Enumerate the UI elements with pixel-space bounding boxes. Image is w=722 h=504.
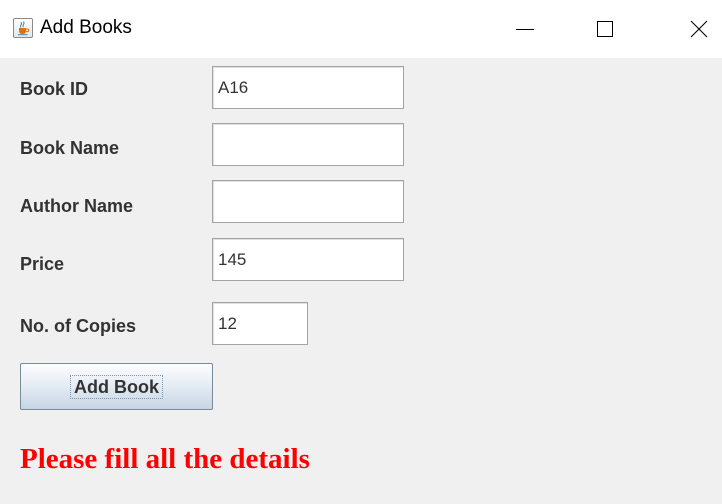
book-id-field[interactable] [212, 66, 404, 109]
book-name-label: Book Name [20, 138, 120, 158]
add-book-button[interactable]: Add Book [20, 363, 213, 410]
maximize-button[interactable] [582, 0, 628, 58]
price-label: Price [20, 254, 65, 274]
copies-field[interactable] [212, 302, 308, 345]
price-field[interactable] [212, 238, 404, 281]
minimize-button[interactable] [502, 0, 548, 58]
close-icon [690, 20, 708, 38]
validation-message: Please fill all the details [20, 443, 310, 475]
close-button[interactable] [676, 0, 722, 58]
add-book-button-label: Add Book [70, 374, 163, 399]
author-name-field[interactable] [212, 180, 404, 223]
window-title: Add Books [40, 17, 132, 38]
add-books-window: Add Books Book ID Book Name Author Name … [0, 0, 722, 504]
minimize-icon [516, 29, 534, 30]
title-bar[interactable]: Add Books [0, 0, 722, 58]
copies-label: No. of Copies [20, 316, 136, 336]
book-id-label: Book ID [20, 79, 89, 99]
maximize-icon [597, 21, 613, 37]
author-name-label: Author Name [20, 196, 134, 216]
book-name-field[interactable] [212, 123, 404, 166]
java-cup-icon [13, 18, 33, 38]
